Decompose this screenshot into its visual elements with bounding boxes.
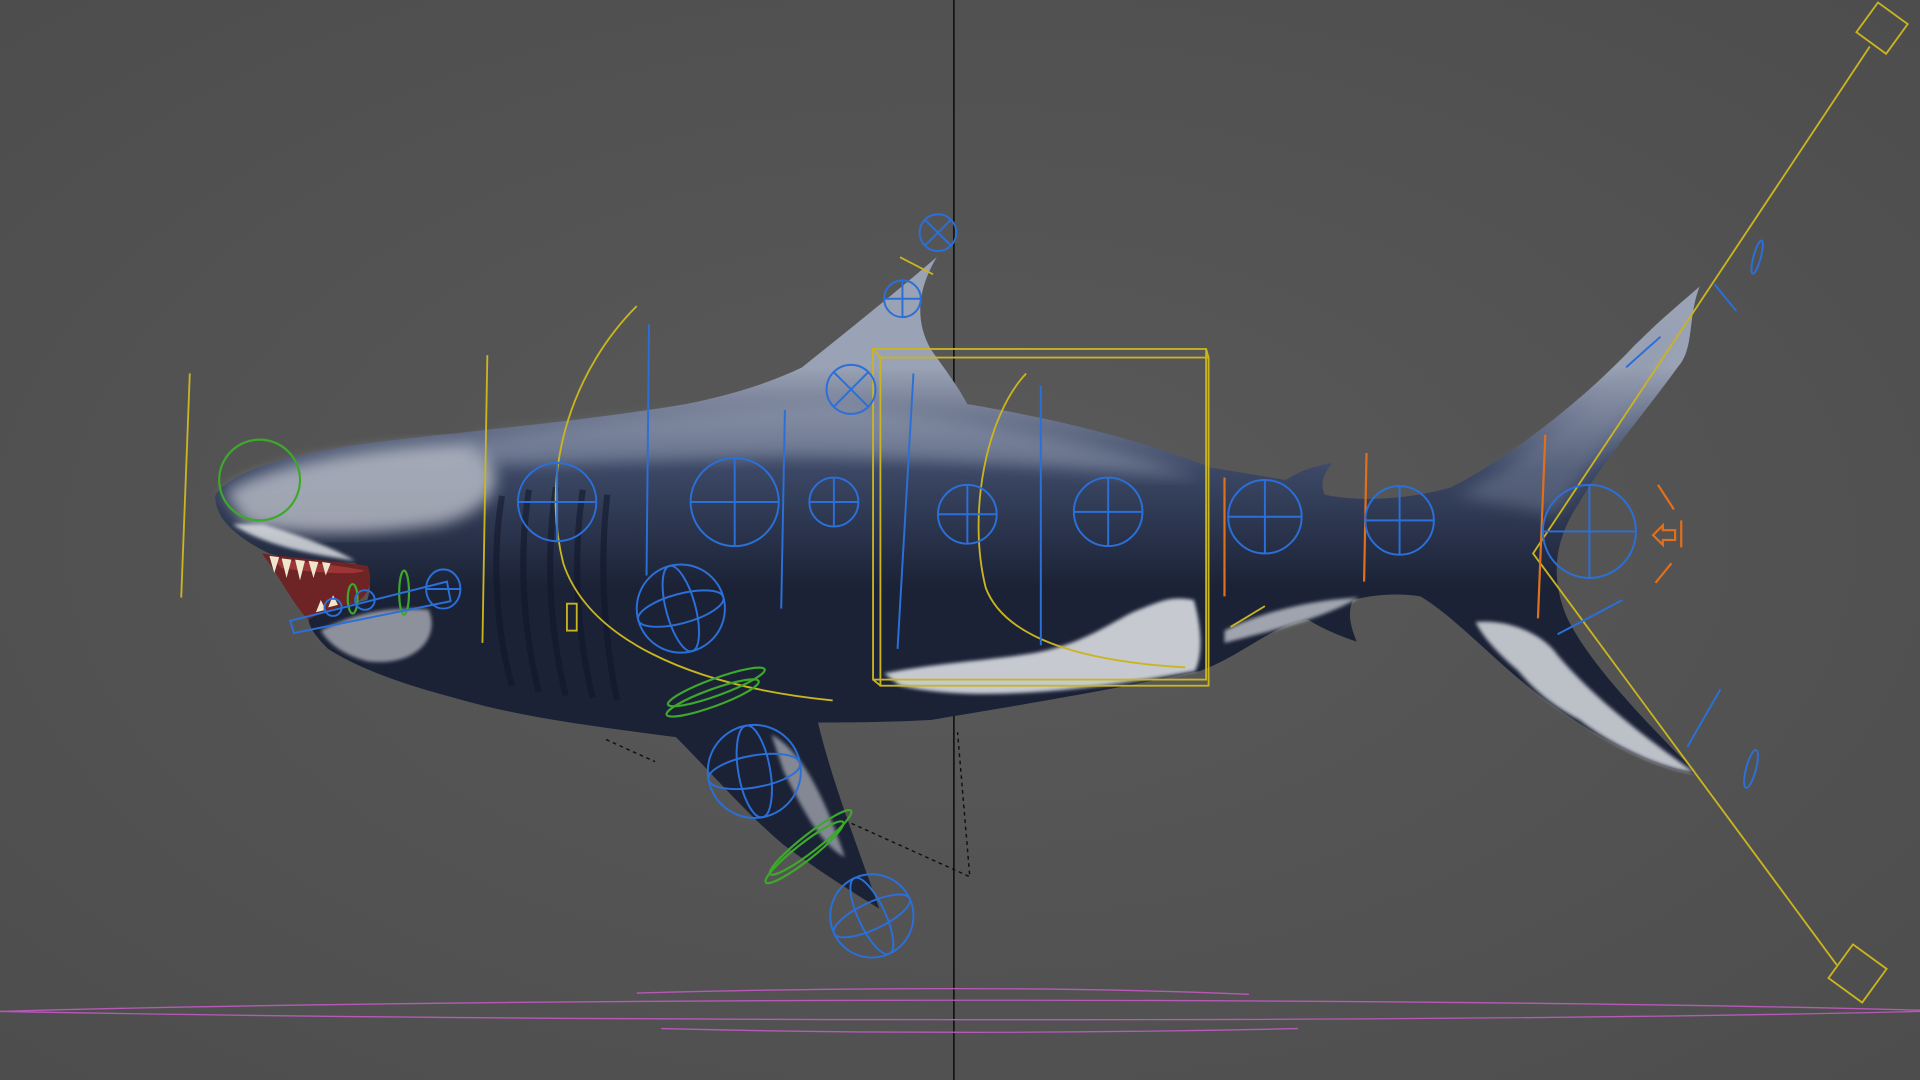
crosshair-control-icon[interactable] xyxy=(1364,485,1435,556)
crosshair-control-icon[interactable] xyxy=(1227,479,1303,555)
crosshair-control-icon[interactable] xyxy=(1072,476,1144,548)
crosshair-control-icon[interactable] xyxy=(689,456,780,548)
crosshair-control-icon[interactable] xyxy=(808,476,860,528)
crosshair-control-icon[interactable] xyxy=(883,279,922,319)
crosshair-control-icon[interactable] xyxy=(1541,483,1637,579)
crosshair-control-icon[interactable] xyxy=(936,483,998,545)
crosshair-control-icon[interactable] xyxy=(516,461,598,543)
3d-viewport[interactable] xyxy=(0,0,1920,1080)
